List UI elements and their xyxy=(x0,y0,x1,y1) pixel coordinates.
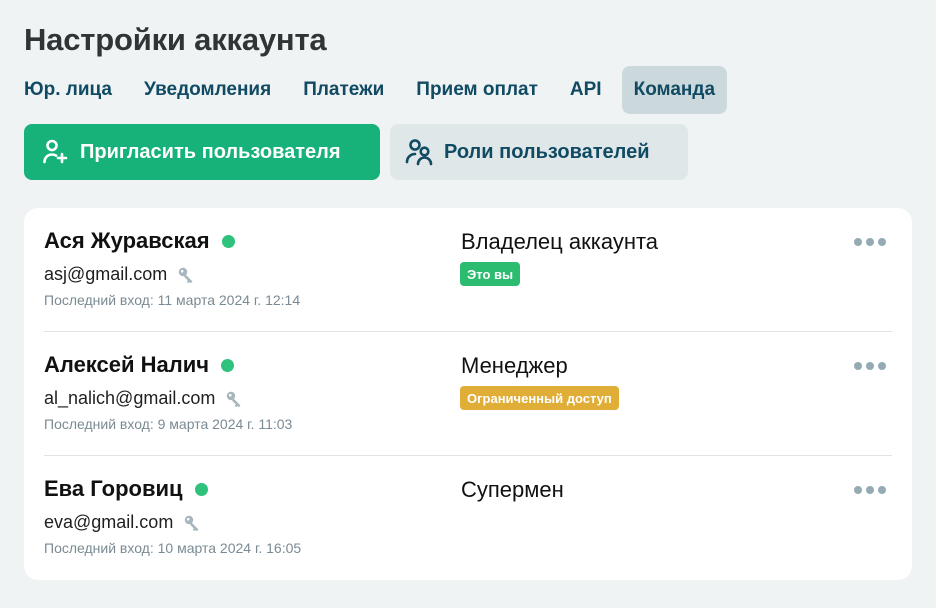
status-badge: Это вы xyxy=(460,262,521,286)
user-name: Алексей Налич xyxy=(44,352,235,378)
more-dots-icon xyxy=(854,362,862,370)
users-icon xyxy=(404,137,434,167)
page-title: Настройки аккаунта xyxy=(24,22,327,57)
last-login: Последний вход: 10 марта 2024 г. 16:05 xyxy=(44,540,302,556)
user-email: al_nalich@gmail.com xyxy=(44,388,243,409)
more-options-button[interactable] xyxy=(850,482,890,498)
tab-payment-acceptance[interactable]: Прием оплат xyxy=(404,66,550,114)
user-role: Менеджер xyxy=(461,353,568,378)
online-status-dot xyxy=(221,234,235,248)
invite-user-button[interactable]: Пригласить пользователя xyxy=(24,124,380,180)
status-badge: Ограниченный доступ xyxy=(460,386,619,410)
tab-team[interactable]: Команда xyxy=(621,66,728,114)
more-options-button[interactable] xyxy=(850,234,890,250)
invite-user-label: Пригласить пользователя xyxy=(80,140,341,163)
add-user-icon xyxy=(40,137,70,167)
user-roles-label: Роли пользователей xyxy=(444,140,650,163)
user-role: Владелец аккаунта xyxy=(461,229,659,254)
last-login: Последний вход: 11 марта 2024 г. 12:14 xyxy=(44,292,301,308)
user-email-text: eva@gmail.com xyxy=(44,512,174,532)
more-dot xyxy=(866,238,874,246)
online-status-dot xyxy=(221,358,235,372)
more-dot xyxy=(866,362,874,370)
key-icon xyxy=(177,266,195,284)
online-status-dot xyxy=(194,482,208,496)
more-dot xyxy=(878,486,886,494)
tab-legal-entities[interactable]: Юр. лица xyxy=(12,66,124,114)
more-dots-icon xyxy=(854,238,862,246)
user-email-text: al_nalich@gmail.com xyxy=(44,388,216,408)
user-name-text: Ася Журавская xyxy=(44,228,210,253)
key-icon xyxy=(225,390,243,408)
user-role: Супермен xyxy=(461,477,564,502)
user-name-text: Ева Горовиц xyxy=(44,476,183,501)
user-email: eva@gmail.com xyxy=(44,512,201,533)
user-name-text: Алексей Налич xyxy=(44,352,210,377)
tab-api[interactable]: API xyxy=(558,66,614,114)
list-item: Ася Журавская asj@gmail.com Последний вх… xyxy=(44,208,892,332)
user-roles-button[interactable]: Роли пользователей xyxy=(390,124,688,180)
last-login: Последний вход: 9 марта 2024 г. 11:03 xyxy=(44,416,293,432)
more-dot xyxy=(878,238,886,246)
settings-tabs: Юр. лица Уведомления Платежи Прием оплат… xyxy=(12,66,728,114)
tab-notifications[interactable]: Уведомления xyxy=(132,66,283,114)
tab-payments[interactable]: Платежи xyxy=(291,66,396,114)
user-email: asj@gmail.com xyxy=(44,264,195,285)
key-icon xyxy=(183,514,201,532)
user-name: Ася Журавская xyxy=(44,228,235,254)
team-actions: Пригласить пользователя Роли пользовател… xyxy=(24,124,688,180)
more-dot xyxy=(878,362,886,370)
list-item: Ева Горовиц eva@gmail.com Последний вход… xyxy=(44,456,892,580)
team-members-list: Ася Журавская asj@gmail.com Последний вх… xyxy=(24,208,912,580)
more-dot xyxy=(866,486,874,494)
account-settings-page: Настройки аккаунта Юр. лица Уведомления … xyxy=(0,0,936,608)
list-item: Алексей Налич al_nalich@gmail.com Послед… xyxy=(44,332,892,456)
user-email-text: asj@gmail.com xyxy=(44,264,168,284)
user-name: Ева Горовиц xyxy=(44,476,208,502)
more-dots-icon xyxy=(854,486,862,494)
more-options-button[interactable] xyxy=(850,358,890,374)
